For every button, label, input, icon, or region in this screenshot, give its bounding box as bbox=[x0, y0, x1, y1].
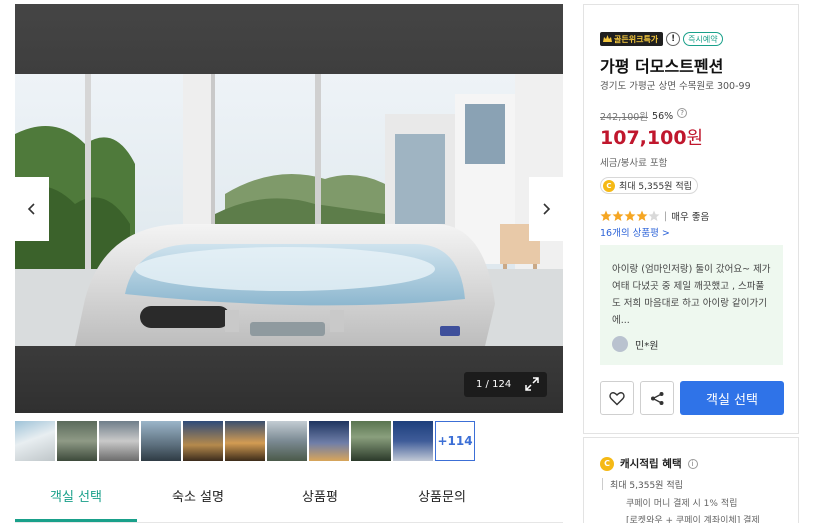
tab-questions[interactable]: 상품문의 bbox=[381, 478, 503, 518]
cashback-rocketwow: [로켓와우 + 쿠페이 계좌이체] 결제 bbox=[626, 516, 760, 523]
original-price: 242,100원 bbox=[600, 112, 649, 123]
photo-gallery[interactable]: 1 / 124 bbox=[15, 4, 563, 413]
star-filled-icon bbox=[636, 210, 648, 221]
thumbnail-6[interactable] bbox=[225, 421, 265, 461]
cashback-title: 캐시적립 혜택 bbox=[620, 458, 682, 470]
crown-icon bbox=[603, 35, 612, 42]
tab-description[interactable]: 숙소 설명 bbox=[137, 478, 259, 518]
share-icon bbox=[650, 391, 663, 405]
badge-info-icon[interactable]: ! bbox=[666, 32, 681, 46]
rating-label: 매우 좋음 bbox=[671, 212, 710, 223]
badge-row: 골든위크특가 ! 즉시예약 bbox=[600, 31, 723, 47]
expand-icon[interactable] bbox=[525, 377, 539, 391]
sale-price-unit: 원 bbox=[686, 128, 704, 149]
thumbnail-strip: +114 bbox=[15, 421, 563, 461]
cashback-title-row: C 캐시적립 혜택 i bbox=[600, 456, 698, 471]
star-filled-icon bbox=[600, 210, 612, 221]
golden-week-badge: 골든위크특가 bbox=[600, 32, 664, 46]
review-preview[interactable]: 아이랑 (엄마인저랑) 둘이 갔어요~ 제가 여태 다녔곳 중 제일 깨끗했고 … bbox=[600, 245, 783, 365]
sale-price-amount: 107,100 bbox=[600, 127, 687, 149]
tab-room-select[interactable]: 객실 선택 bbox=[15, 478, 137, 522]
photo-counter[interactable]: 1 / 124 bbox=[464, 372, 547, 397]
gallery-letterbox-top bbox=[15, 4, 563, 74]
detail-tabs: 객실 선택 숙소 설명 상품평 상품문의 bbox=[15, 478, 563, 523]
thumbnail-4[interactable] bbox=[141, 421, 181, 461]
star-rating bbox=[600, 210, 660, 222]
next-photo-button[interactable] bbox=[529, 177, 563, 241]
avatar bbox=[612, 336, 628, 352]
points-text: 최대 5,355원 적립 bbox=[619, 182, 692, 192]
thumbnail-7[interactable] bbox=[267, 421, 307, 461]
reviewer: 민*원 bbox=[612, 336, 771, 352]
original-price-row: 242,100원 56% ? bbox=[600, 108, 688, 123]
main-photo[interactable] bbox=[15, 74, 563, 346]
star-filled-icon bbox=[624, 210, 636, 221]
rating-row: | 매우 좋음 bbox=[600, 209, 709, 223]
chevron-left-icon bbox=[27, 203, 35, 215]
thumbnail-1[interactable] bbox=[15, 421, 55, 461]
product-address: 경기도 가평군 상면 수목원로 300-99 bbox=[600, 81, 751, 92]
reviewer-name: 민*원 bbox=[635, 340, 659, 352]
star-empty-icon bbox=[648, 210, 660, 221]
review-text: 아이랑 (엄마인저랑) 둘이 갔어요~ 제가 여태 다녔곳 중 제일 깨끗했고 … bbox=[612, 264, 771, 326]
thumbnail-5[interactable] bbox=[183, 421, 223, 461]
tab-reviews[interactable]: 상품평 bbox=[259, 478, 381, 518]
star-filled-icon bbox=[612, 210, 624, 221]
thumbnail-3[interactable] bbox=[99, 421, 139, 461]
thumbnail-8[interactable] bbox=[309, 421, 349, 461]
cashback-max: 최대 5,355원 적립 bbox=[602, 478, 683, 491]
tax-note: 세금/봉사료 포함 bbox=[600, 158, 668, 169]
chevron-right-icon bbox=[543, 203, 551, 215]
cashback-coupay: 쿠페이 머니 결제 시 1% 적립 bbox=[626, 499, 738, 509]
thumbnail-2[interactable] bbox=[57, 421, 97, 461]
info-icon[interactable]: i bbox=[687, 458, 698, 469]
review-count-link[interactable]: 16개의 상품평 > bbox=[600, 225, 670, 239]
product-summary-panel: 골든위크특가 ! 즉시예약 가평 더모스트펜션 경기도 가평군 상면 수목원로 … bbox=[583, 4, 799, 434]
prev-photo-button[interactable] bbox=[15, 177, 49, 241]
thumbnail-9[interactable] bbox=[351, 421, 391, 461]
wishlist-button[interactable] bbox=[600, 381, 634, 415]
coin-icon: C bbox=[600, 456, 614, 471]
question-icon[interactable]: ? bbox=[677, 108, 688, 118]
cashback-panel: C 캐시적립 혜택 i 최대 5,355원 적립 쿠페이 머니 결제 시 1% … bbox=[583, 437, 799, 523]
action-row: 객실 선택 bbox=[600, 381, 784, 415]
heart-icon bbox=[609, 391, 625, 405]
coin-icon: C bbox=[603, 179, 615, 192]
instant-booking-badge: 즉시예약 bbox=[683, 32, 723, 46]
rating-separator: | bbox=[664, 210, 668, 222]
more-photos-button[interactable]: +114 bbox=[435, 421, 475, 461]
golden-week-badge-label: 골든위크특가 bbox=[614, 34, 659, 44]
sale-price: 107,100원 bbox=[600, 124, 703, 150]
points-badge: C 최대 5,355원 적립 bbox=[600, 177, 698, 194]
share-button[interactable] bbox=[640, 381, 674, 415]
discount-rate: 56% bbox=[652, 110, 674, 122]
select-room-button[interactable]: 객실 선택 bbox=[680, 381, 784, 415]
thumbnail-10[interactable] bbox=[393, 421, 433, 461]
photo-counter-text: 1 / 124 bbox=[476, 379, 512, 390]
product-title: 가평 더모스트펜션 bbox=[600, 57, 724, 76]
